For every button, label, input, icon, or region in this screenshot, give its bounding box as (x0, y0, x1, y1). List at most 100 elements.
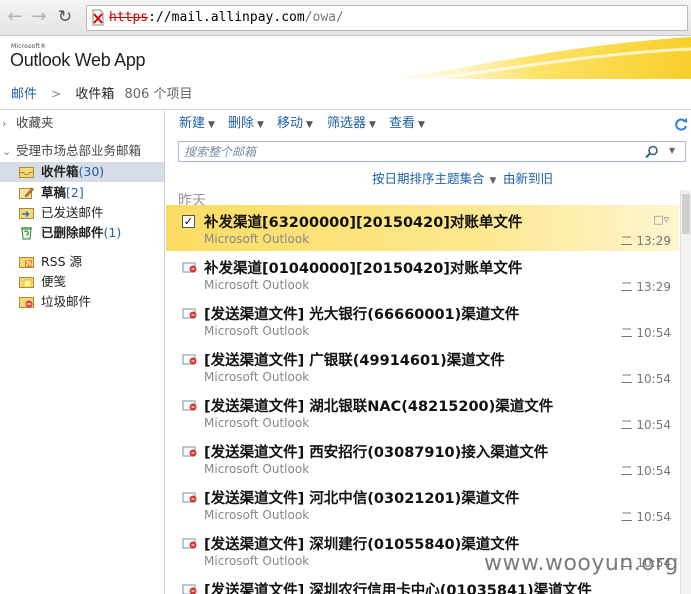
view-label: 查看 (389, 116, 416, 131)
folder-label: 草稿 (41, 185, 67, 200)
message-time: 二 10:54 (620, 510, 671, 524)
message-sender: Microsoft Outlook (204, 324, 310, 338)
rss-icon (19, 257, 34, 268)
url-path: /owa/ (304, 10, 344, 25)
unread-count: (1) (103, 225, 122, 240)
message-subject: [发送渠道文件] 湖北银联NAC(48215200)渠道文件 (204, 399, 554, 415)
message-row[interactable]: ✓ 补发渠道[63200000][20150420]对账单文件 Microsof… (166, 205, 679, 251)
message-time: 二 10:54 (620, 418, 671, 432)
folder-notes[interactable]: 便笺 (0, 272, 164, 292)
filter-label: 筛选器 (327, 116, 367, 131)
arrange-by-label: 按日期排序主题集合 (372, 171, 485, 186)
folder-drafts[interactable]: 草稿[2] (0, 183, 164, 203)
system-message-icon (182, 308, 197, 319)
message-list-scrollbar[interactable] (680, 190, 691, 594)
junk-mail-icon (19, 297, 34, 308)
folder-label: 已发送邮件 (41, 205, 104, 220)
view-button[interactable]: 查看 ▼ (389, 111, 425, 138)
system-message-icon (182, 354, 197, 365)
message-sender: Microsoft Outlook (204, 508, 310, 522)
message-row[interactable]: [发送渠道文件] 湖北银联NAC(48215200)渠道文件 Microsoft… (166, 389, 679, 435)
filter-button[interactable]: 筛选器 ▼ (327, 111, 376, 138)
header-swoosh-decoration (371, 37, 691, 79)
message-sender: Microsoft Outlook (204, 370, 310, 384)
message-subject: [发送渠道文件] 西安招行(03087910)接入渠道文件 (204, 445, 549, 461)
chevron-down-icon: ▼ (369, 120, 376, 130)
message-subject: [发送渠道文件] 光大银行(66660001)渠道文件 (204, 307, 520, 323)
refresh-icon[interactable] (674, 117, 688, 131)
breadcrumb: 邮件 > 收件箱 806 个项目 (0, 80, 691, 110)
browser-toolbar: ← → ↻ https://mail.allinpay.com/owa/ (0, 0, 691, 36)
mailbox-header[interactable]: ⌄ 受理市场总部业务邮箱 (0, 141, 141, 161)
message-row[interactable]: [发送渠道文件] 深圳农行信用卡中心(01035841)渠道文件 (166, 573, 679, 594)
message-subject: 补发渠道[01040000][20150420]对账单文件 (204, 261, 523, 277)
forward-arrow-icon[interactable]: → (28, 6, 50, 28)
new-button[interactable]: 新建 ▼ (179, 111, 215, 138)
url-host: ://mail.allinpay.com (148, 10, 305, 25)
sent-items-icon (19, 208, 34, 219)
folder-deleted[interactable]: 已删除邮件(1) (0, 223, 164, 243)
brand-microsoft: Microsoft® (11, 43, 47, 50)
message-row[interactable]: [发送渠道文件] 广银联(49914601)渠道文件 Microsoft Out… (166, 343, 679, 389)
message-time: 二 13:29 (620, 234, 671, 248)
message-sender: Microsoft Outlook (204, 232, 310, 246)
system-message-icon (182, 492, 197, 503)
search-options-icon[interactable]: ▼ (669, 146, 675, 155)
delete-label: 删除 (228, 116, 255, 131)
delete-button[interactable]: 删除 ▼ (228, 111, 264, 138)
search-icon[interactable] (645, 145, 659, 159)
back-arrow-icon[interactable]: ← (4, 6, 26, 28)
folder-junk[interactable]: 垃圾邮件 (0, 292, 164, 312)
scrollbar-thumb[interactable] (682, 194, 690, 234)
system-message-icon (182, 584, 197, 594)
message-row[interactable]: 补发渠道[01040000][20150420]对账单文件 Microsoft … (166, 251, 679, 297)
chevron-down-icon: ▼ (489, 176, 497, 186)
chevron-down-icon: ⌄ (2, 145, 12, 158)
message-sender: Microsoft Outlook (204, 462, 310, 476)
move-label: 移动 (277, 116, 304, 131)
move-button[interactable]: 移动 ▼ (277, 111, 313, 138)
system-message-icon (182, 446, 197, 457)
message-time: 二 10:54 (620, 372, 671, 386)
message-time: 二 13:29 (620, 280, 671, 294)
message-subject: [发送渠道文件] 河北中信(03021201)渠道文件 (204, 491, 520, 507)
owa-header: Microsoft® Outlook Web App (0, 37, 691, 79)
message-row[interactable]: [发送渠道文件] 西安招行(03087910)接入渠道文件 Microsoft … (166, 435, 679, 481)
folder-inbox[interactable]: 收件箱(30) (0, 162, 164, 182)
unread-count: (30) (78, 164, 105, 179)
search-input[interactable] (184, 143, 634, 160)
sort-order-button[interactable]: 由新到旧 (503, 169, 553, 189)
message-toolbar: 新建 ▼ 删除 ▼ 移动 ▼ 筛选器 ▼ 查看 ▼ (166, 111, 691, 139)
system-message-icon (182, 538, 197, 549)
folder-label: 垃圾邮件 (41, 294, 92, 309)
message-subject: 补发渠道[63200000][20150420]对账单文件 (204, 215, 523, 231)
chevron-down-icon: ▼ (306, 120, 313, 130)
folder-label: 便笺 (41, 274, 67, 289)
sort-order-label: 由新到旧 (503, 171, 554, 186)
message-subject: [发送渠道文件] 深圳农行信用卡中心(01035841)渠道文件 (204, 583, 592, 594)
message-row[interactable]: [发送渠道文件] 河北中信(03021201)渠道文件 Microsoft Ou… (166, 481, 679, 527)
system-message-icon (182, 400, 197, 411)
message-subject: [发送渠道文件] 深圳建行(01055840)渠道文件 (204, 537, 520, 553)
message-row[interactable]: [发送渠道文件] 光大银行(66660001)渠道文件 Microsoft Ou… (166, 297, 679, 343)
mailbox-label: 受理市场总部业务邮箱 (15, 143, 141, 158)
folder-label: 已删除邮件 (41, 225, 104, 240)
reload-icon[interactable]: ↻ (54, 6, 76, 28)
breadcrumb-mail-link[interactable]: 邮件 (11, 87, 37, 102)
draft-count: [2] (66, 185, 84, 200)
arrange-by-button[interactable]: 按日期排序主题集合 ▼ (372, 169, 496, 191)
folder-rss[interactable]: RSS 源 (0, 252, 164, 272)
folder-sent[interactable]: 已发送邮件 (0, 203, 164, 223)
chevron-down-icon: ▼ (257, 120, 264, 130)
new-label: 新建 (179, 116, 206, 131)
folder-pane: › 收藏夹 ⌄ 受理市场总部业务邮箱 收件箱(30) 草稿[2] 已发送邮件 已… (0, 111, 165, 594)
search-box: ▼ (178, 141, 686, 162)
favorites-header[interactable]: › 收藏夹 (0, 113, 54, 133)
checkbox-checked-icon[interactable]: ✓ (182, 215, 195, 228)
chevron-right-icon: › (2, 117, 7, 130)
message-time: 二 10:54 (620, 464, 671, 478)
flag-icon[interactable]: □▿ (653, 213, 669, 226)
address-bar[interactable]: https://mail.allinpay.com/owa/ (86, 5, 688, 31)
message-list: ✓ 补发渠道[63200000][20150420]对账单文件 Microsof… (166, 205, 679, 594)
message-time: 二 10:54 (620, 326, 671, 340)
